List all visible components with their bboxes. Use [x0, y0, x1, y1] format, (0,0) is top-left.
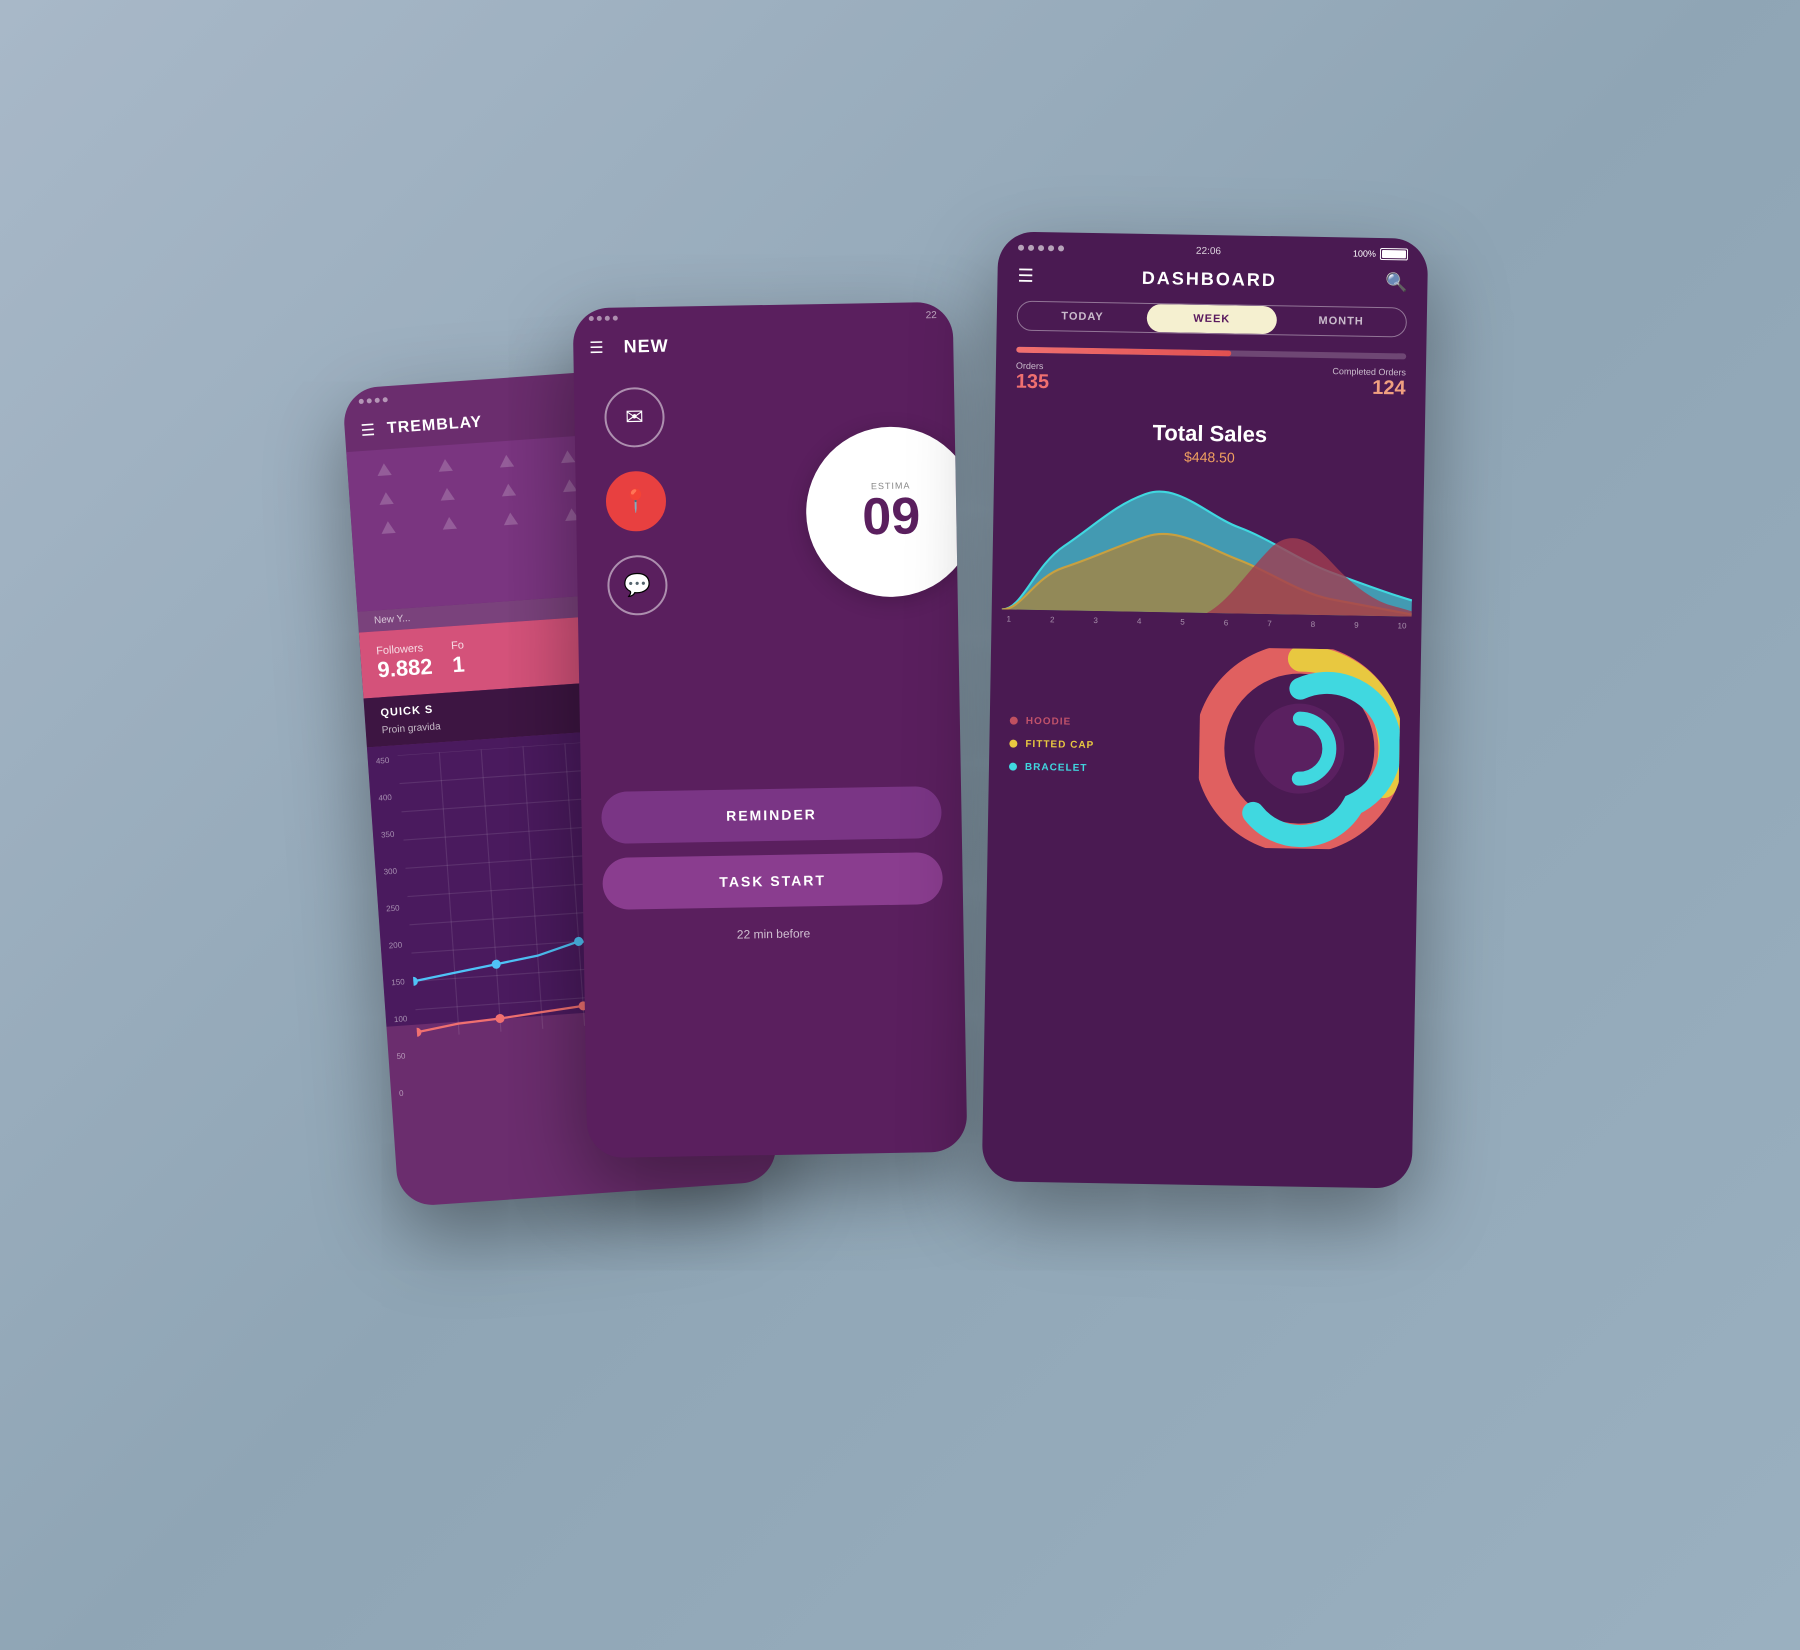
estimate-circle: ESTIMA 09 — [805, 425, 968, 598]
completed-value: 124 — [1332, 376, 1406, 400]
battery-percent: 100% — [1353, 249, 1376, 259]
back-title: TREMBLAY — [386, 414, 482, 439]
chart-x-labels: 1 2 3 4 5 6 7 8 9 10 — [1001, 614, 1411, 630]
front-menu-icon[interactable]: ☰ — [1017, 266, 1034, 287]
task-time-label: 22 min before — [603, 924, 943, 944]
phones-container: 2 ☰ TREMBLAY ⛰ ⛰ ⛰ ⛰ ⛰ ⛰ ⛰ ⛰ ⛰ ⛰ ⛰ ⛰ ⛰ ⛰ — [350, 175, 1450, 1475]
pattern-icon: ⛰ — [361, 516, 416, 541]
estimate-value: 09 — [862, 490, 921, 543]
total-sales-section: Total Sales $448.50 — [994, 403, 1425, 476]
fitted-dot — [1009, 740, 1017, 748]
pattern-icon: ⛰ — [422, 511, 477, 536]
x-label-8: 8 — [1311, 620, 1316, 629]
hoodie-label: HOODIE — [1026, 715, 1072, 727]
orders-left: Orders 135 — [1015, 361, 1049, 395]
bracelet-dot — [1009, 763, 1017, 771]
pattern-icon: ⛰ — [483, 507, 538, 532]
y-label: 100 — [394, 1014, 408, 1024]
battery-indicator: 100% — [1353, 248, 1408, 261]
location-text: New Y... — [374, 613, 411, 627]
location-icon-circle[interactable]: 📍 — [605, 471, 666, 532]
task-start-button[interactable]: TASK START — [602, 852, 943, 910]
mid-header: ☰ NEW — [573, 325, 954, 373]
tab-week[interactable]: WEEK — [1147, 304, 1277, 334]
followers-value: 9.882 — [377, 654, 434, 684]
pattern-icon: ⛰ — [357, 458, 412, 483]
orders-value: 135 — [1015, 371, 1049, 395]
followers-stat: Followers 9.882 — [376, 642, 434, 684]
x-label-5: 5 — [1180, 618, 1185, 627]
donut-legend: HOODIE FITTED CAP BRACELET — [1009, 715, 1180, 775]
quick-item-text: Proin gravida — [381, 721, 441, 736]
pattern-icon: ⛰ — [479, 449, 534, 474]
mid-content-area: ✉ 📍 💬 ESTIMA 09 — [574, 366, 961, 753]
orders-label: Orders — [1016, 361, 1050, 372]
area-chart-container: 1 2 3 4 5 6 7 8 9 10 — [1001, 469, 1414, 636]
mail-icon-circle[interactable]: ✉ — [604, 387, 665, 448]
bracelet-label: BRACELET — [1025, 761, 1088, 773]
following-value: 1 — [452, 651, 467, 678]
pattern-icon: ⛰ — [420, 482, 475, 507]
reminder-button[interactable]: REMINDER — [601, 786, 942, 844]
search-icon[interactable]: 🔍 — [1385, 272, 1408, 293]
front-title: DASHBOARD — [1142, 268, 1277, 291]
orders-section: Orders 135 Completed Orders 124 — [995, 346, 1426, 410]
legend-bracelet: BRACELET — [1009, 761, 1179, 775]
donut-svg — [1198, 647, 1401, 850]
action-icons-column: ✉ 📍 💬 — [574, 371, 671, 753]
x-label-10: 10 — [1397, 621, 1406, 630]
x-label-1: 1 — [1006, 615, 1011, 624]
tab-month[interactable]: MONTH — [1276, 306, 1406, 336]
y-label: 450 — [376, 756, 390, 766]
pattern-icon: ⛰ — [481, 478, 536, 503]
pattern-icon: ⛰ — [359, 487, 414, 512]
mid-buttons-area: REMINDER TASK START 22 min before — [580, 746, 964, 965]
legend-hoodie: HOODIE — [1010, 715, 1180, 729]
x-label-9: 9 — [1354, 621, 1359, 630]
x-label-4: 4 — [1137, 617, 1142, 626]
y-label: 300 — [383, 867, 397, 877]
completed-label: Completed Orders — [1332, 366, 1406, 377]
x-label-6: 6 — [1224, 618, 1229, 627]
following-stat: Fo 1 — [451, 639, 466, 678]
y-label: 250 — [386, 904, 400, 914]
y-label: 150 — [391, 977, 405, 987]
y-label: 350 — [381, 830, 395, 840]
chat-icon-circle[interactable]: 💬 — [607, 555, 668, 616]
fitted-label: FITTED CAP — [1025, 738, 1094, 750]
x-label-7: 7 — [1267, 619, 1272, 628]
menu-icon[interactable]: ☰ — [360, 420, 376, 441]
front-time: 22:06 — [1196, 245, 1221, 256]
y-label: 50 — [396, 1051, 410, 1061]
status-dots — [1018, 245, 1064, 252]
orders-labels: Orders 135 Completed Orders 124 — [1015, 361, 1406, 401]
y-label: 200 — [388, 940, 402, 950]
mid-time: 22 — [926, 310, 937, 321]
donut-section: HOODIE FITTED CAP BRACELET — [987, 629, 1421, 864]
phone-front: 22:06 100% ☰ DASHBOARD 🔍 TODAY WEEK MONT… — [982, 231, 1429, 1188]
hoodie-dot — [1010, 717, 1018, 725]
orders-progress-bar — [1016, 347, 1406, 360]
tab-bar: TODAY WEEK MONTH — [1017, 301, 1407, 338]
phone-mid: 22 ☰ NEW ✉ 📍 💬 ESTIMA 09 REMINDER TASK S… — [573, 302, 968, 1159]
y-label: 0 — [399, 1088, 413, 1098]
back-dots — [359, 397, 388, 404]
orders-right: Completed Orders 124 — [1332, 366, 1406, 400]
donut-chart — [1198, 647, 1401, 850]
x-label-2: 2 — [1050, 615, 1055, 624]
mid-menu-icon[interactable]: ☰ — [589, 337, 604, 357]
pattern-icon: ⛰ — [418, 453, 473, 478]
area-chart — [1002, 469, 1414, 616]
orders-progress-fill — [1016, 347, 1231, 357]
tab-today[interactable]: TODAY — [1018, 302, 1148, 332]
mid-title: NEW — [623, 336, 668, 358]
y-label: 400 — [378, 793, 392, 803]
legend-fitted-cap: FITTED CAP — [1009, 738, 1179, 752]
x-label-3: 3 — [1093, 616, 1098, 625]
following-label: Fo — [451, 639, 465, 652]
